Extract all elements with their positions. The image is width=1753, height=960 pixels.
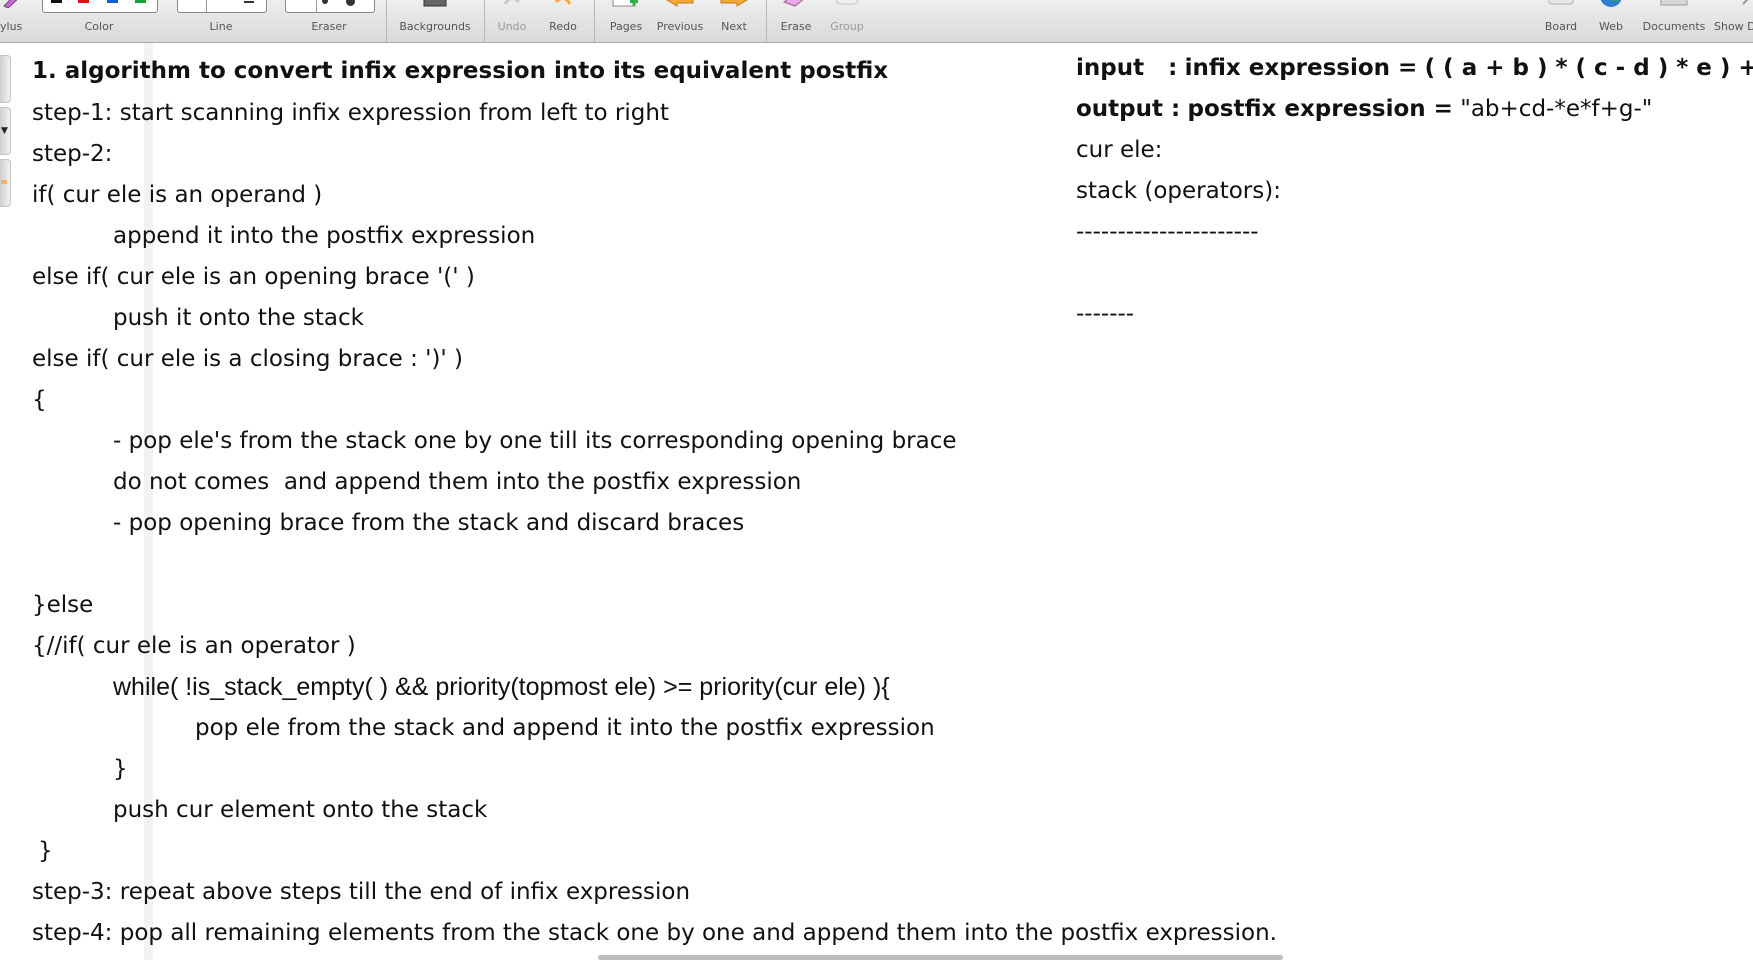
else-if-opening-line: else if( cur ele is an opening brace '('… [32,264,475,290]
show-desktop-button[interactable]: Show D [1712,0,1753,42]
board-icon [1548,0,1574,5]
left-side-rail: ▼ [0,43,12,960]
group-button[interactable]: Group [826,0,868,42]
erase-label: Erase [780,20,812,33]
add-page-icon [612,0,638,7]
pages-button[interactable]: Pages [603,0,649,42]
step-2-line: step-2: [32,141,113,167]
background-icon [423,0,447,7]
next-label: Next [721,20,747,33]
redo-label: Redo [549,20,577,33]
color-swatch-panel [42,0,158,13]
undo-button[interactable]: Undo [490,0,534,42]
else-if-closing-line: else if( cur ele is a closing brace : ')… [32,346,464,372]
separator [594,0,595,42]
eraser-size-panel [285,0,375,13]
input-row: input : infix expression = ( ( a + b ) *… [1076,53,1753,83]
eraser-label: Eraser [311,20,347,33]
if-operator-line: {//if( cur ele is an operator ) [32,633,356,659]
final-close-brace-line: } [38,838,53,864]
while-close-brace-line: } [113,756,128,782]
board-label: Board [1544,20,1578,33]
cur-ele-label: cur ele: [1076,137,1163,163]
separator [484,0,485,42]
show-desktop-label: Show D [1714,20,1753,33]
push-stack-line: push it onto the stack [113,305,364,331]
web-button[interactable]: Web [1590,0,1632,42]
pages-label: Pages [609,20,643,33]
documents-button[interactable]: Documents [1638,0,1710,42]
step-1-line: step-1: start scanning infix expression … [32,100,669,126]
while-priority-line: while( !is_stack_empty( ) && priority(to… [113,673,890,701]
erase-icon [782,0,804,7]
input-expression-label: infix expression = [1184,55,1418,81]
output-label: output : [1076,96,1181,122]
color-picker[interactable]: Color [38,0,160,42]
rail-tab-pen[interactable] [0,159,11,207]
do-not-comes-line: do not comes and append them into the po… [113,469,802,495]
output-expression-label: postfix expression = [1187,96,1453,122]
rail-tab-pointer[interactable]: ▼ [0,107,11,155]
arrow-right-icon [720,0,748,7]
color-blue[interactable] [107,0,118,3]
step-3-line: step-3: repeat above steps till the end … [32,879,691,905]
color-label: Color [84,20,114,33]
backgrounds-button[interactable]: Backgrounds [392,0,478,42]
backgrounds-label: Backgrounds [399,20,471,33]
horizontal-scrollbar[interactable] [598,955,1283,960]
folder-icon [1660,0,1688,6]
eraser-tool[interactable]: Eraser [283,0,375,42]
rail-tab-top[interactable] [0,55,11,103]
push-cur-element-line: push cur element onto the stack [113,797,488,823]
arrow-left-icon [666,0,694,7]
web-label: Web [1599,20,1623,33]
stylus-tool[interactable]: ylus [0,0,26,42]
undo-label: Undo [497,20,527,33]
output-row: output : postfix expression = "ab+cd-*e*… [1076,94,1652,124]
color-green[interactable] [135,0,146,3]
color-red[interactable] [78,0,89,3]
open-brace-line: { [32,387,47,413]
stylus-label: ylus [0,20,23,33]
group-label: Group [830,20,864,33]
pointer-icon: ▼ [1,126,8,136]
line-width-panel [177,0,267,13]
output-expression-value: "ab+cd-*e*f+g-" [1460,96,1653,122]
color-black[interactable] [51,0,62,3]
input-label: input : [1076,55,1178,81]
previous-label: Previous [656,20,704,33]
stack-bottom-divider: ------- [1076,301,1135,327]
pop-opening-brace-line: - pop opening brace from the stack and d… [113,510,745,536]
pen-icon [3,0,18,8]
separator [766,0,767,42]
undo-icon [503,0,521,5]
erase-button[interactable]: Erase [776,0,816,42]
pop-until-line: - pop ele's from the stack one by one ti… [113,428,957,454]
previous-page-button[interactable]: Previous [652,0,708,42]
input-expression-value: ( ( a + b ) * ( c - d ) * e ) + f - g [1424,55,1753,81]
documents-label: Documents [1642,20,1706,33]
pen-icon [1,180,7,184]
board-button[interactable]: Board [1538,0,1584,42]
append-operand-line: append it into the postfix expression [113,223,536,249]
toolbar: ylus Color Line Eraser Backgrounds Undo … [0,0,1753,43]
globe-icon [1600,0,1622,7]
pop-append-line: pop ele from the stack and append it int… [195,715,935,741]
line-width-tool[interactable]: Line [175,0,267,42]
separator [386,0,387,42]
redo-button[interactable]: Redo [540,0,586,42]
show-desktop-icon [1742,0,1749,5]
if-operand-line: if( cur ele is an operand ) [32,182,323,208]
next-page-button[interactable]: Next [714,0,754,42]
close-brace-else-line: }else [32,592,94,618]
step-4-line: step-4: pop all remaining elements from … [32,920,1277,946]
line-label: Line [209,20,233,33]
group-icon [835,0,859,5]
stack-top-divider: ---------------------- [1076,219,1259,245]
algorithm-title: 1. algorithm to convert infix expression… [32,58,889,84]
stack-label: stack (operators): [1076,178,1281,204]
redo-icon [554,0,572,5]
